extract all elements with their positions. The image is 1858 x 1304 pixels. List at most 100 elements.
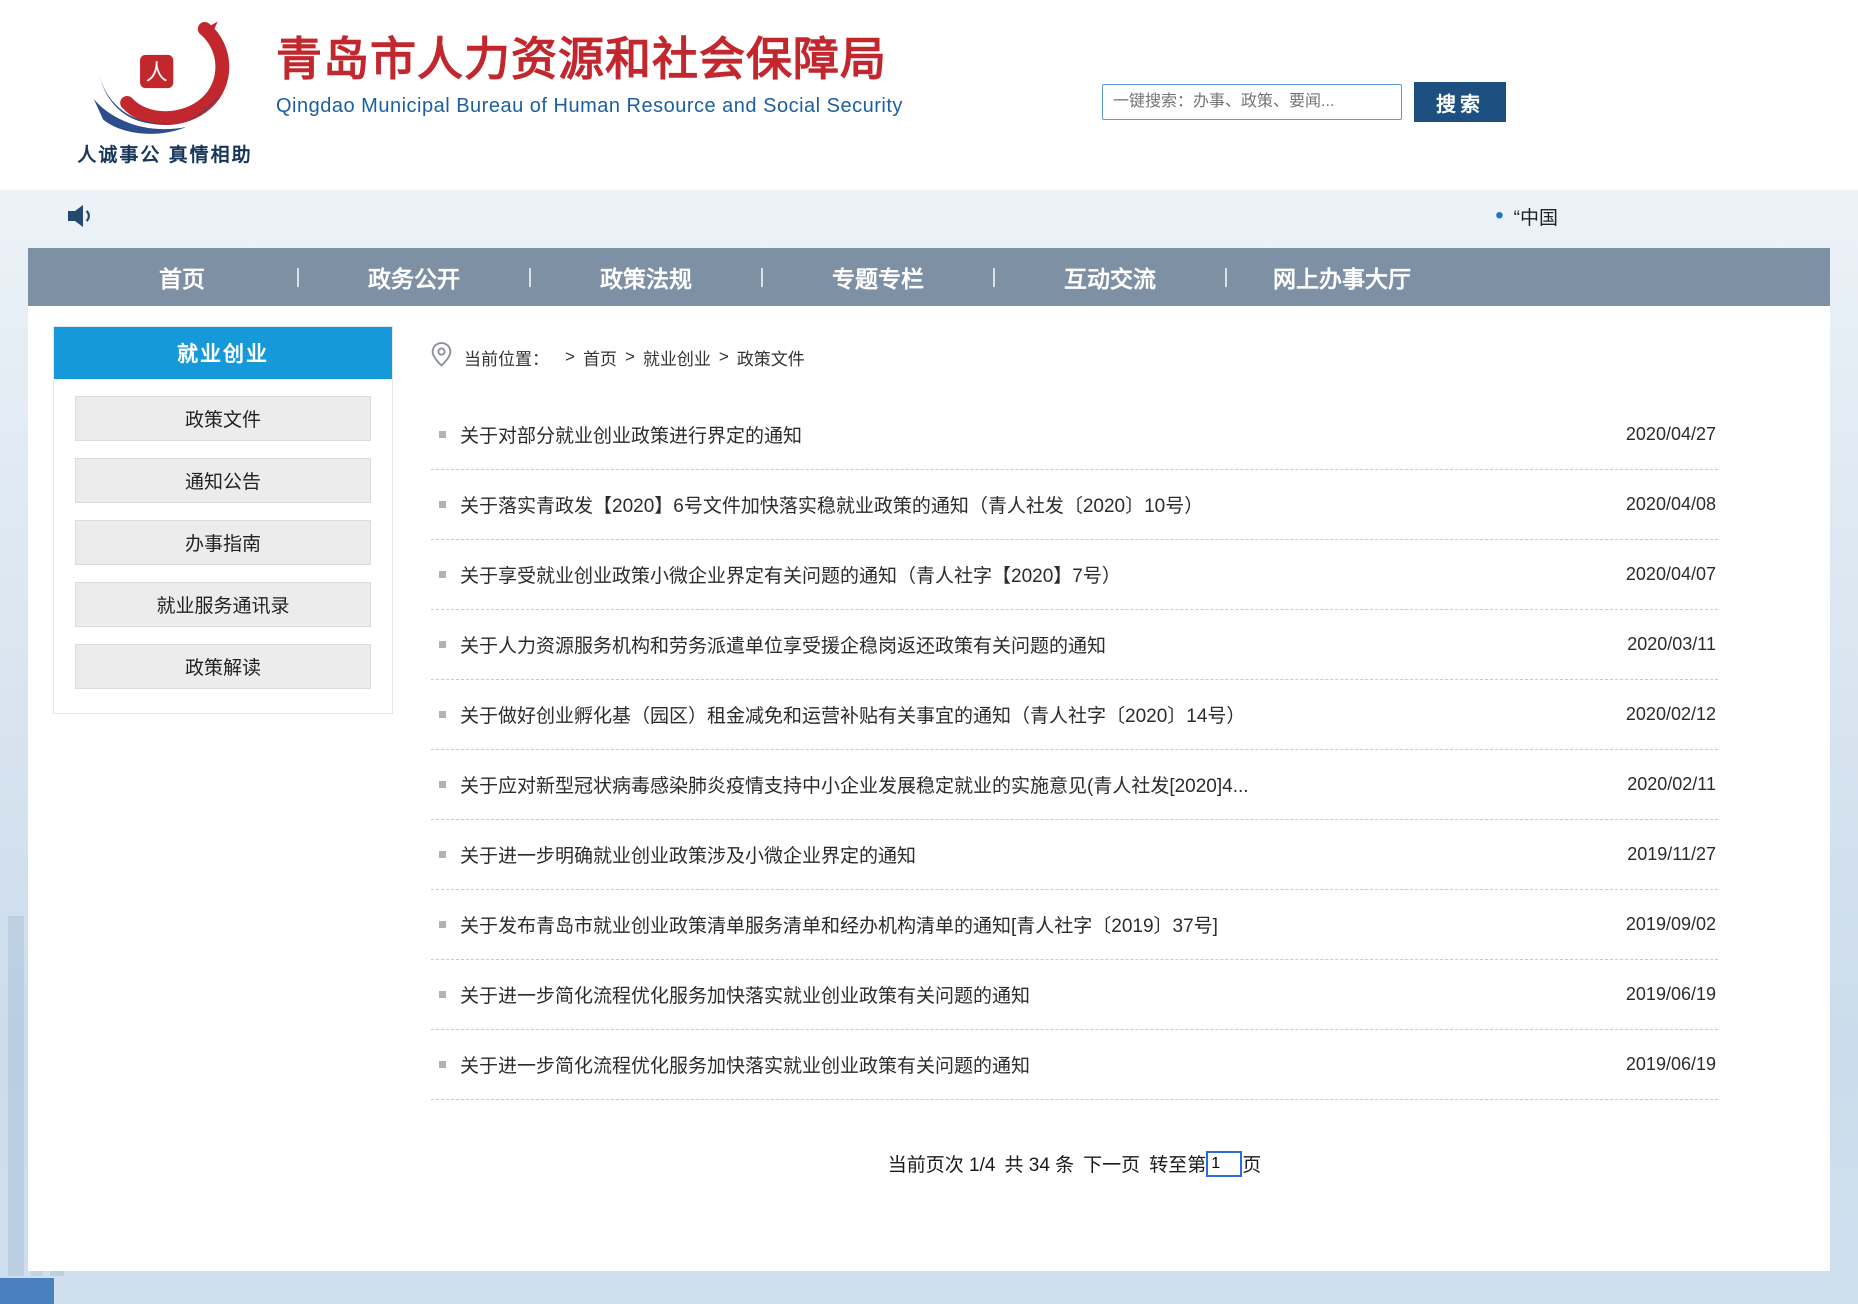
article-date: 2020/03/11 xyxy=(1627,634,1716,655)
article-list: 关于对部分就业创业政策进行界定的通知 2020/04/27 关于落实青政发【20… xyxy=(431,400,1718,1100)
breadcrumb-link[interactable]: 首页 xyxy=(583,345,617,370)
goto-group: 转至第 页 xyxy=(1149,1150,1261,1177)
bullet-square-icon xyxy=(439,991,446,998)
sidebar-item[interactable]: 办事指南 xyxy=(75,520,371,565)
nav-item[interactable]: 首页 xyxy=(84,260,280,294)
sidebar-menu: 政策文件 通知公告 办事指南 就业服务通讯录 政策解读 xyxy=(54,396,392,689)
search-button[interactable]: 搜索 xyxy=(1414,82,1506,122)
breadcrumb-items: > 首页 > 就业创业 > 政策文件 xyxy=(557,345,805,370)
article-link[interactable]: 关于进一步明确就业创业政策涉及小微企业界定的通知 xyxy=(460,841,1597,868)
article-date: 2020/04/27 xyxy=(1626,424,1716,445)
nav-item[interactable]: 互动交流 xyxy=(1012,260,1208,294)
article-date: 2019/06/19 xyxy=(1626,984,1716,1005)
breadcrumb-item-wrap: > 政策文件 xyxy=(711,345,805,370)
speaker-icon xyxy=(66,203,94,229)
article-row: 关于对部分就业创业政策进行界定的通知 2020/04/27 xyxy=(431,400,1718,470)
article-link[interactable]: 关于落实青政发【2020】6号文件加快落实稳就业政策的通知（青人社发〔2020〕… xyxy=(460,491,1596,518)
breadcrumb-separator: > xyxy=(565,347,575,367)
nav-separator: | xyxy=(280,266,316,289)
article-link[interactable]: 关于人力资源服务机构和劳务派遣单位享受援企稳岗返还政策有关问题的通知 xyxy=(460,631,1597,658)
article-date: 2020/04/08 xyxy=(1626,494,1716,515)
article-link[interactable]: 关于对部分就业创业政策进行界定的通知 xyxy=(460,421,1596,448)
sidebar-item[interactable]: 政策解读 xyxy=(75,644,371,689)
goto-prefix: 转至第 xyxy=(1149,1150,1206,1177)
article-row: 关于做好创业孵化基（园区）租金减免和运营补贴有关事宜的通知（青人社字〔2020〕… xyxy=(431,680,1718,750)
breadcrumb-link[interactable]: 就业创业 xyxy=(643,345,711,370)
breadcrumb-item-wrap: > 就业创业 xyxy=(617,345,711,370)
nav-item[interactable]: 网上办事大厅 xyxy=(1244,260,1440,294)
nav-separator: | xyxy=(744,266,780,289)
next-page-link[interactable]: 下一页 xyxy=(1083,1150,1140,1177)
breadcrumb-separator: > xyxy=(719,347,729,367)
article-link[interactable]: 关于做好创业孵化基（园区）租金减免和运营补贴有关事宜的通知（青人社字〔2020〕… xyxy=(460,701,1596,728)
search-input[interactable] xyxy=(1102,84,1402,120)
pagination: 当前页次 1/4 共 34 条 下一页 转至第 页 xyxy=(431,1150,1718,1177)
breadcrumb-item-wrap: > 首页 xyxy=(557,345,617,370)
breadcrumb-link[interactable]: 政策文件 xyxy=(737,345,805,370)
nav-separator: | xyxy=(512,266,548,289)
article-link[interactable]: 关于发布青岛市就业创业政策清单服务清单和经办机构清单的通知[青人社字〔2019〕… xyxy=(460,911,1596,938)
article-date: 2020/02/11 xyxy=(1627,774,1716,795)
goto-page-input[interactable] xyxy=(1206,1151,1242,1177)
article-row: 关于人力资源服务机构和劳务派遣单位享受援企稳岗返还政策有关问题的通知 2020/… xyxy=(431,610,1718,680)
svg-text:人: 人 xyxy=(146,60,168,85)
nav-item-wrap: 政务公开 | xyxy=(316,260,548,294)
breadcrumb: 当前位置： > 首页 > 就业创业 > 政策文件 xyxy=(431,342,1718,372)
bullet-square-icon xyxy=(439,851,446,858)
nav-item-wrap: 网上办事大厅 | xyxy=(1244,260,1440,294)
bullet-square-icon xyxy=(439,921,446,928)
nav-item-wrap: 专题专栏 | xyxy=(780,260,1012,294)
sidebar-title: 就业创业 xyxy=(54,327,392,379)
content-panel: 就业创业 政策文件 通知公告 办事指南 就业服务通讯录 政策解读 xyxy=(28,306,1830,1271)
article-date: 2020/04/07 xyxy=(1626,564,1716,585)
sidebar: 就业创业 政策文件 通知公告 办事指南 就业服务通讯录 政策解读 xyxy=(53,326,393,714)
bullet-square-icon xyxy=(439,431,446,438)
bottom-left-block xyxy=(0,1278,54,1304)
sidebar-item[interactable]: 政策文件 xyxy=(75,396,371,441)
pagination-total: 共 34 条 xyxy=(1004,1150,1074,1177)
nav-item[interactable]: 政务公开 xyxy=(316,260,512,294)
ticker-right: • “中国 xyxy=(1495,203,1558,230)
nav-item-wrap: 政策法规 | xyxy=(548,260,780,294)
logo-tagline: 人诚事公 真情相助 xyxy=(77,140,252,167)
bullet-square-icon xyxy=(439,641,446,648)
site-subtitle: Qingdao Municipal Bureau of Human Resour… xyxy=(276,95,903,118)
breadcrumb-separator: > xyxy=(625,347,635,367)
nav-item-wrap: 互动交流 | xyxy=(1012,260,1244,294)
goto-suffix: 页 xyxy=(1242,1150,1261,1177)
nav-item[interactable]: 政策法规 xyxy=(548,260,744,294)
article-row: 关于进一步简化流程优化服务加快落实就业创业政策有关问题的通知 2019/06/1… xyxy=(431,1030,1718,1100)
logo-block: 人 人诚事公 真情相助 xyxy=(70,16,260,167)
bullet-square-icon xyxy=(439,711,446,718)
article-row: 关于发布青岛市就业创业政策清单服务清单和经办机构清单的通知[青人社字〔2019〕… xyxy=(431,890,1718,960)
main-nav: 首页 | 政务公开 | 政策法规 | 专题专栏 | 互动交流 | 网上办事大厅 … xyxy=(28,248,1830,306)
search-bar: 搜索 xyxy=(1102,82,1506,122)
nav-item[interactable]: 专题专栏 xyxy=(780,260,976,294)
bullet-square-icon xyxy=(439,501,446,508)
article-row: 关于进一步简化流程优化服务加快落实就业创业政策有关问题的通知 2019/06/1… xyxy=(431,960,1718,1030)
ticker-bullet-icon: • xyxy=(1495,204,1503,228)
ticker-text[interactable]: “中国 xyxy=(1514,203,1558,230)
article-list-column: 当前位置： > 首页 > 就业创业 > 政策文件 xyxy=(393,326,1830,1177)
site-logo-icon: 人 xyxy=(86,16,244,138)
article-link[interactable]: 关于进一步简化流程优化服务加快落实就业创业政策有关问题的通知 xyxy=(460,1051,1596,1078)
sidebar-item[interactable]: 就业服务通讯录 xyxy=(75,582,371,627)
article-row: 关于享受就业创业政策小微企业界定有关问题的通知（青人社字【2020】7号） 20… xyxy=(431,540,1718,610)
nav-separator: | xyxy=(1208,266,1244,289)
bullet-square-icon xyxy=(439,781,446,788)
article-row: 关于应对新型冠状病毒感染肺炎疫情支持中小企业发展稳定就业的实施意见(青人社发[2… xyxy=(431,750,1718,820)
article-date: 2019/06/19 xyxy=(1626,1054,1716,1075)
sidebar-item[interactable]: 通知公告 xyxy=(75,458,371,503)
location-pin-icon xyxy=(431,342,452,372)
title-block: 青岛市人力资源和社会保障局 Qingdao Municipal Bureau o… xyxy=(276,34,903,118)
article-row: 关于落实青政发【2020】6号文件加快落实稳就业政策的通知（青人社发〔2020〕… xyxy=(431,470,1718,540)
article-link[interactable]: 关于进一步简化流程优化服务加快落实就业创业政策有关问题的通知 xyxy=(460,981,1596,1008)
pagination-current: 当前页次 1/4 xyxy=(888,1150,996,1177)
article-link[interactable]: 关于应对新型冠状病毒感染肺炎疫情支持中小企业发展稳定就业的实施意见(青人社发[2… xyxy=(460,771,1597,798)
article-date: 2020/02/12 xyxy=(1626,704,1716,725)
bullet-square-icon xyxy=(439,1061,446,1068)
article-link[interactable]: 关于享受就业创业政策小微企业界定有关问题的通知（青人社字【2020】7号） xyxy=(460,561,1596,588)
nav-item-wrap: 首页 | xyxy=(84,260,316,294)
site-title: 青岛市人力资源和社会保障局 xyxy=(276,34,903,85)
notice-ticker-band: • “中国 xyxy=(0,190,1858,242)
